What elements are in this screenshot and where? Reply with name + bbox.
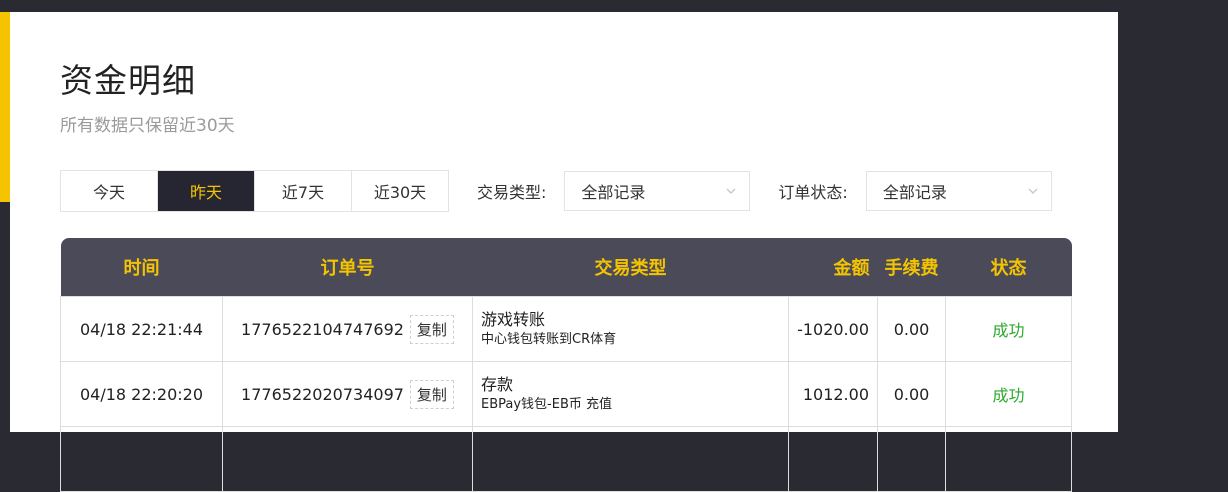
order-status-value: 全部记录 [882, 183, 947, 202]
date-range-tabs: 今天 昨天 近7天 近30天 [60, 170, 449, 212]
status-badge: 成功 [992, 321, 1025, 340]
funds-detail-panel: 资金明细 所有数据只保留近30天 今天 昨天 近7天 近30天 交易类型: 全部… [10, 12, 1118, 492]
top-bar [0, 0, 1228, 12]
row-type-cell: 游戏转账 中心钱包转账到CR体育 [472, 296, 789, 362]
table-row [60, 426, 1072, 492]
chevron-down-icon [1028, 188, 1038, 194]
column-header-fee: 手续费 [877, 238, 946, 297]
row-status-cell: 成功 [945, 361, 1072, 427]
row-type-main: 存款 [481, 375, 514, 394]
tab-yesterday[interactable]: 昨天 [158, 171, 255, 211]
table-row: 04/18 22:20:20 1776522020734097 复制 存款 EB… [60, 361, 1072, 427]
transaction-type-value: 全部记录 [581, 183, 646, 202]
row-type-sub: 中心钱包转账到CR体育 [481, 332, 617, 347]
row-status-cell: 成功 [945, 296, 1072, 362]
row-order-cell: 1776522020734097 复制 [222, 361, 473, 427]
transaction-type-label: 交易类型: [477, 183, 547, 202]
status-badge: 成功 [992, 386, 1025, 405]
order-status-select[interactable]: 全部记录 [865, 171, 1052, 211]
table-row: 04/18 22:21:44 1776522104747692 复制 游戏转账 … [60, 296, 1072, 362]
column-header-type: 交易类型 [472, 238, 789, 297]
row-time: 04/18 22:21:44 [60, 296, 223, 362]
row-order-no: 1776522020734097 [241, 384, 404, 404]
copy-button[interactable]: 复制 [409, 379, 454, 409]
page-title: 资金明细 [60, 61, 196, 100]
row-time: 04/18 22:20:20 [60, 361, 223, 427]
column-header-status: 状态 [945, 238, 1072, 297]
order-status-label: 订单状态: [778, 183, 848, 202]
row-fee: 0.00 [877, 296, 946, 362]
column-header-time: 时间 [60, 238, 223, 297]
row-type-main: 游戏转账 [481, 310, 546, 329]
row-type-cell: 存款 EBPay钱包-EB币 充值 [472, 361, 789, 427]
transactions-table: 时间 订单号 交易类型 金额 手续费 状态 04/18 22:21:44 177… [60, 238, 1072, 492]
table-header-row: 时间 订单号 交易类型 金额 手续费 状态 [60, 238, 1072, 297]
tab-today[interactable]: 今天 [61, 171, 158, 211]
column-header-amount: 金额 [788, 238, 878, 297]
column-header-order-no: 订单号 [222, 238, 473, 297]
row-type-sub: EBPay钱包-EB币 充值 [481, 397, 613, 412]
row-order-cell: 1776522104747692 复制 [222, 296, 473, 362]
chevron-down-icon [726, 188, 736, 194]
left-accent-bar [0, 12, 10, 202]
tab-last-30-days[interactable]: 近30天 [352, 171, 448, 211]
row-amount: -1020.00 [788, 296, 878, 362]
copy-button[interactable]: 复制 [409, 314, 454, 344]
tab-last-7-days[interactable]: 近7天 [255, 171, 352, 211]
row-amount: 1012.00 [788, 361, 878, 427]
row-order-no: 1776522104747692 [241, 319, 404, 339]
row-fee: 0.00 [877, 361, 946, 427]
page-subtitle: 所有数据只保留近30天 [60, 116, 235, 136]
filter-bar: 今天 昨天 近7天 近30天 交易类型: 全部记录 订单状态: 全部记录 [60, 170, 1052, 212]
transaction-type-select[interactable]: 全部记录 [564, 171, 751, 211]
